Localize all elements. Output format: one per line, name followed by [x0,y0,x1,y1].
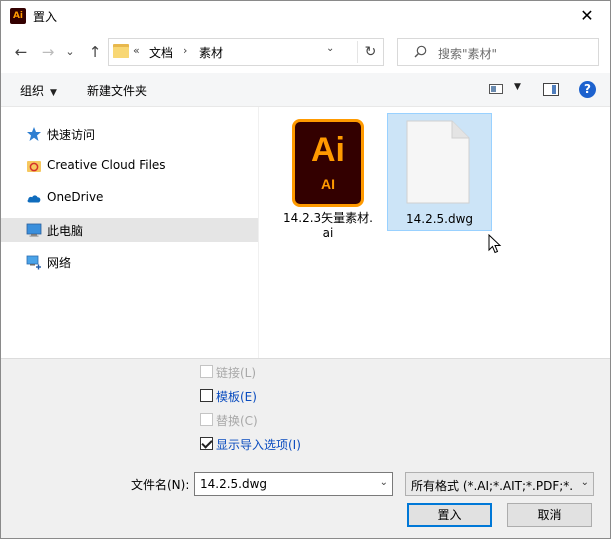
network-icon [26,255,41,270]
preview-pane-icon[interactable] [543,83,559,96]
file-item-dwg[interactable]: 14.2.5.dwg [387,113,492,231]
breadcrumb-overflow[interactable]: « [133,44,140,57]
file-name: 14.2.3矢量素材. [283,211,373,225]
computer-icon [26,223,42,237]
illustrator-app-icon: Ai [10,8,26,24]
file-type-value: 所有格式 (*.AI;*.AIT;*.PDF;*.DXF;*.DWG) [411,479,573,493]
star-icon [27,127,41,141]
sidebar-item-label: 此电脑 [47,224,84,238]
filename-value: 14.2.5.dwg [200,477,268,491]
file-type-select[interactable]: 所有格式 (*.AI;*.AIT;*.PDF;*.DXF;*.DWG) ⌄ [405,472,594,496]
creative-cloud-icon [27,161,41,172]
document-file-icon [406,120,470,204]
command-toolbar: 组织 ▼ 新建文件夹 ▼ ? [1,73,610,107]
recent-locations-button[interactable]: ⌄ [59,41,81,63]
sidebar-item-this-pc[interactable]: 此电脑 [1,218,258,242]
illustrator-file-icon-ext: AI [321,176,335,192]
chevron-down-icon: ⌄ [580,477,589,488]
template-checkbox[interactable] [200,389,213,402]
illustrator-file-icon-text: Ai [311,131,345,169]
filename-label: 文件名(N): [131,478,190,492]
sidebar-item-quick-access[interactable]: 快速访问 [1,122,258,146]
file-list: Ai AI 14.2.3矢量素材. ai 14.2.5.dwg [260,107,610,358]
chevron-down-icon: ▼ [50,88,57,98]
sidebar-item-creative-cloud[interactable]: Creative Cloud Files [1,154,258,178]
breadcrumb-separator[interactable]: › [183,44,187,57]
cancel-button[interactable]: 取消 [507,503,592,527]
link-option-label: 链接(L) [216,366,257,380]
replace-option-label: 替换(C) [216,414,258,428]
sidebar-item-label: 网络 [47,256,72,270]
new-folder-button[interactable]: 新建文件夹 [87,82,147,99]
illustrator-file-icon: Ai AI [292,119,364,207]
title-bar: Ai 置入 ✕ [1,1,610,31]
file-name-line2: ai [322,226,334,240]
address-bar[interactable]: « 文档 › 素材 ⌄ ↻ [108,38,384,66]
up-button[interactable]: ↑ [84,41,106,63]
dialog-footer: 链接(L) 模板(E) 替换(C) 显示导入选项(I) 文件名(N): 14.2… [1,358,610,538]
replace-checkbox[interactable] [200,413,213,426]
mouse-pointer-icon [488,234,502,254]
change-view-icon[interactable] [489,84,503,94]
navigation-pane: 快速访问 Creative Cloud Files OneDrive 此电脑 网… [1,107,259,358]
place-button[interactable]: 置入 [407,503,492,527]
search-placeholder: 搜索"素材" [438,47,498,61]
sidebar-item-label: Creative Cloud Files [47,158,166,172]
navigation-bar: ← → ⌄ ↑ « 文档 › 素材 ⌄ ↻ 搜索"素材" [1,31,610,73]
address-dropdown-icon[interactable]: ⌄ [326,43,334,54]
cloud-icon [27,195,41,203]
help-icon[interactable]: ? [579,81,596,98]
close-button[interactable]: ✕ [564,1,610,31]
search-input[interactable]: 搜索"素材" [397,38,599,66]
folder-icon [113,44,129,58]
sidebar-item-network[interactable]: 网络 [1,250,258,274]
back-button[interactable]: ← [10,41,32,63]
sidebar-item-label: OneDrive [47,190,104,204]
sidebar-item-onedrive[interactable]: OneDrive [1,186,258,210]
filename-input[interactable]: 14.2.5.dwg ⌄ [194,472,393,496]
sidebar-item-label: 快速访问 [47,128,96,142]
template-option-label: 模板(E) [216,390,257,404]
link-checkbox[interactable] [200,365,213,378]
window-title: 置入 [33,10,58,24]
place-dialog: Ai 置入 ✕ ← → ⌄ ↑ « 文档 › 素材 ⌄ ↻ 搜索"素材" 组织 … [0,0,611,539]
file-item-ai[interactable]: Ai AI 14.2.3矢量素材. ai [260,113,396,240]
breadcrumb-documents[interactable]: 文档 [149,44,173,61]
chevron-down-icon[interactable]: ⌄ [380,477,388,488]
refresh-button[interactable]: ↻ [357,41,383,63]
show-import-options-checkbox[interactable] [200,437,213,450]
file-name: 14.2.5.dwg [405,212,474,226]
organize-label: 组织 [20,84,45,98]
breadcrumb-materials[interactable]: 素材 [199,44,223,61]
forward-button[interactable]: → [37,41,59,63]
search-icon [414,45,427,58]
view-options-chevron-icon[interactable]: ▼ [514,82,521,92]
show-import-options-label: 显示导入选项(I) [216,438,301,452]
organize-button[interactable]: 组织 ▼ [20,82,57,99]
